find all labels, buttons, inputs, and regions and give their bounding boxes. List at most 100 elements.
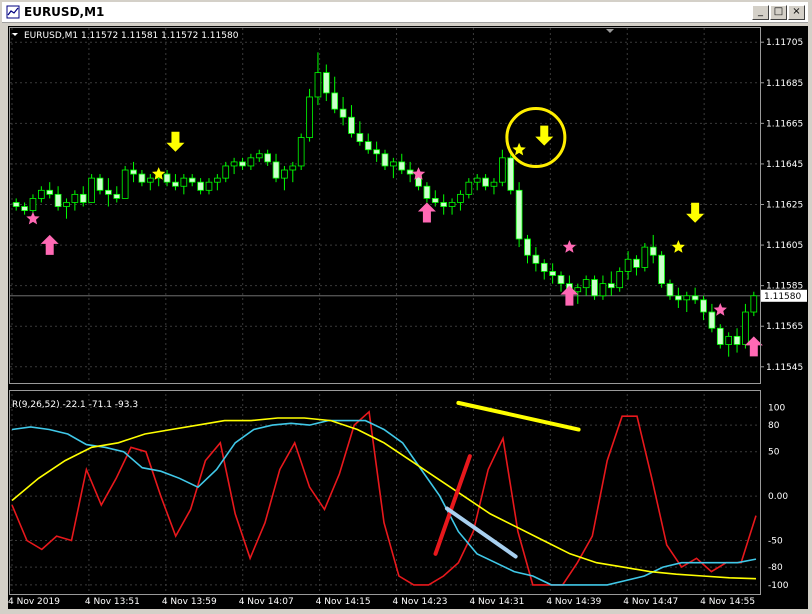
candle-body bbox=[79, 193, 87, 203]
price-tick-label: 1.11705 bbox=[766, 38, 803, 48]
candle-body bbox=[716, 327, 724, 345]
star-marker bbox=[713, 303, 727, 316]
time-tick-label: 4 Nov 14:47 bbox=[623, 597, 678, 607]
candle-body bbox=[255, 153, 263, 159]
candle-body bbox=[21, 206, 28, 211]
candle-body bbox=[138, 173, 146, 183]
candle-body bbox=[750, 295, 758, 313]
candle-body bbox=[281, 169, 288, 179]
chart-canvas: 1.11705 1.11685 1.11665 1.11645 1.11625 1.116… bbox=[8, 27, 807, 607]
osc-tick-label: -100 bbox=[768, 581, 789, 591]
candle-body bbox=[297, 137, 305, 167]
candle-body bbox=[390, 161, 397, 167]
candle-body bbox=[574, 287, 582, 293]
candle-body bbox=[532, 254, 540, 264]
candle-body bbox=[264, 153, 271, 163]
star-marker bbox=[671, 240, 685, 253]
candle-body bbox=[71, 193, 79, 203]
candle-body bbox=[624, 258, 632, 272]
candle-body bbox=[473, 177, 481, 183]
candle-body bbox=[373, 149, 380, 155]
osc-tick-label: -50 bbox=[768, 537, 783, 547]
candle-body bbox=[356, 133, 364, 143]
candle-body bbox=[448, 202, 456, 207]
candle-body bbox=[507, 157, 515, 191]
candle-body bbox=[29, 198, 37, 211]
candle-body bbox=[742, 311, 749, 345]
time-tick-label: 4 Nov 14:23 bbox=[393, 597, 448, 607]
candle-body bbox=[691, 295, 699, 301]
oscillator-grid bbox=[10, 406, 760, 586]
candle-body bbox=[423, 185, 431, 199]
header-dropdown-icon[interactable] bbox=[12, 33, 18, 36]
window-title: EURUSD,M1 bbox=[24, 5, 105, 19]
candle-body bbox=[289, 165, 297, 171]
candle-body bbox=[683, 295, 691, 301]
trend-annotation-line bbox=[444, 506, 518, 559]
candle-body bbox=[146, 177, 154, 183]
candle-body bbox=[725, 335, 732, 345]
sell-arrow-icon bbox=[166, 131, 185, 152]
candle-body bbox=[641, 246, 649, 268]
candle-body bbox=[708, 311, 716, 329]
current-price-label: 1.11580 bbox=[764, 292, 801, 302]
candle-body bbox=[314, 72, 322, 98]
candle-body bbox=[306, 96, 313, 138]
oscillator-line bbox=[11, 410, 757, 586]
shift-marker-icon[interactable] bbox=[606, 29, 614, 33]
candle-body bbox=[666, 283, 674, 297]
close-button[interactable]: × bbox=[788, 5, 805, 20]
candle-body bbox=[121, 169, 129, 199]
price-header: EURUSD,M1 1.11572 1.11581 1.11572 1.1158… bbox=[24, 31, 239, 41]
price-tick-label: 1.11605 bbox=[766, 241, 803, 251]
candle-body bbox=[130, 169, 137, 175]
candle-body bbox=[616, 271, 624, 289]
candle-body bbox=[205, 181, 213, 191]
candle-body bbox=[197, 181, 204, 191]
candle-body bbox=[172, 181, 179, 187]
osc-tick-label: 50 bbox=[768, 448, 780, 458]
candle-body bbox=[557, 275, 565, 285]
price-tick-label: 1.11565 bbox=[766, 322, 803, 332]
candle-body bbox=[222, 165, 230, 179]
candle-body bbox=[63, 202, 70, 207]
candle-body bbox=[499, 157, 506, 183]
star-marker bbox=[562, 240, 577, 253]
candle-body bbox=[188, 177, 196, 183]
time-tick-label: 4 Nov 14:55 bbox=[700, 597, 755, 607]
osc-tick-label: 80 bbox=[768, 421, 780, 431]
price-tick-label: 1.11545 bbox=[766, 363, 803, 373]
chart-area[interactable]: 1.11705 1.11685 1.11665 1.11645 1.11625 1.116… bbox=[8, 26, 808, 609]
star-marker bbox=[26, 211, 40, 225]
candle-body bbox=[398, 161, 406, 171]
minimize-button[interactable]: _ bbox=[752, 5, 769, 20]
candle-body bbox=[675, 295, 682, 301]
maximize-button[interactable]: □ bbox=[770, 5, 787, 20]
trend-annotations bbox=[433, 400, 581, 559]
candle-body bbox=[733, 335, 741, 345]
candle-body bbox=[381, 153, 389, 167]
time-tick-label: 4 Nov 14:15 bbox=[316, 597, 371, 607]
candle-body bbox=[364, 141, 372, 151]
candle-body bbox=[465, 181, 473, 195]
time-tick-label: 4 Nov 14:31 bbox=[469, 597, 524, 607]
time-tick-label: 4 Nov 14:39 bbox=[546, 597, 601, 607]
signal-markers bbox=[26, 107, 763, 357]
candle-body bbox=[331, 92, 339, 110]
osc-tick-label: 100 bbox=[768, 403, 785, 413]
title-bar[interactable]: EURUSD,M1 _ □ × bbox=[2, 2, 808, 23]
time-tick-label: 4 Nov 2019 bbox=[8, 597, 60, 607]
candle-body bbox=[54, 193, 62, 207]
candle-body bbox=[46, 189, 54, 195]
candle-body bbox=[431, 198, 439, 203]
candle-body bbox=[12, 202, 20, 207]
candle-body bbox=[38, 189, 45, 199]
price-tick-label: 1.11625 bbox=[766, 201, 803, 211]
oscillator-line bbox=[11, 417, 757, 580]
candle-body bbox=[658, 254, 665, 285]
candle-body bbox=[88, 177, 95, 203]
price-tick-label: 1.11685 bbox=[766, 79, 803, 89]
candle-body bbox=[96, 177, 104, 191]
price-tick-label: 1.11645 bbox=[766, 160, 803, 170]
oscillator-panel-frame bbox=[9, 390, 761, 595]
